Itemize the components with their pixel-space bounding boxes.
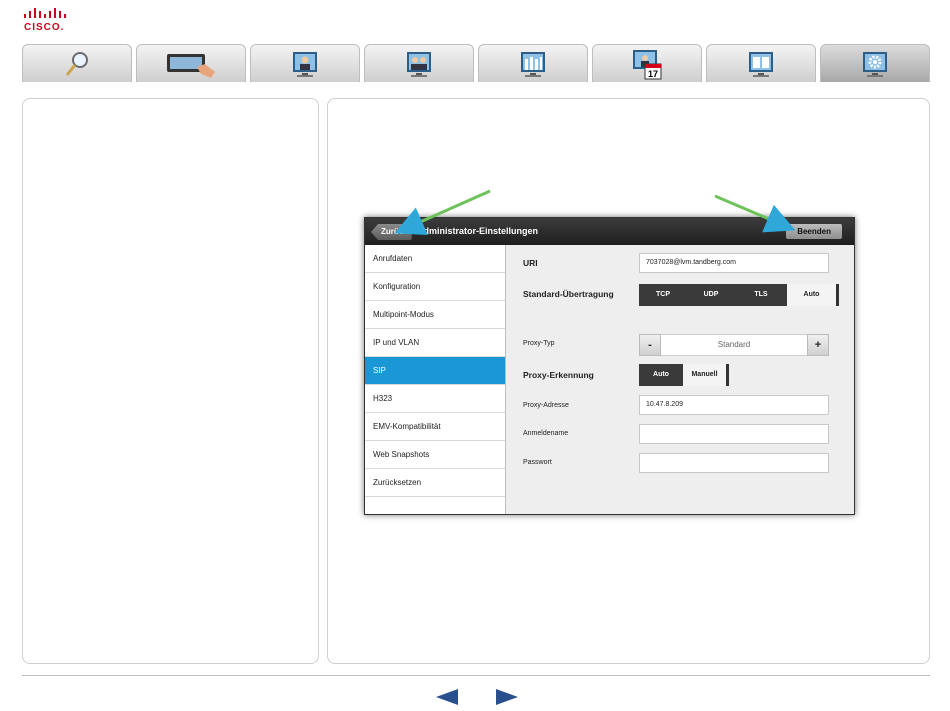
device-header: Zurück Administrator-Einstellungen Beend… xyxy=(365,218,854,245)
menu-item-konfiguration[interactable]: Konfiguration xyxy=(365,273,505,301)
menu-item-ip-vlan[interactable]: IP und VLAN xyxy=(365,329,505,357)
transport-selector: TCP UDP TLS Auto xyxy=(639,284,839,306)
person-monitor-icon xyxy=(293,51,317,77)
password-field[interactable] xyxy=(639,453,829,473)
touch-panel-icon xyxy=(167,53,215,78)
next-page-button[interactable] xyxy=(496,689,518,710)
transport-label: Standard-Übertragung xyxy=(523,289,614,299)
uri-label: URI xyxy=(523,258,538,268)
back-button[interactable]: Zurück xyxy=(371,224,412,240)
proxy-address-field[interactable]: 10.47.8.209 xyxy=(639,395,829,415)
previous-page-button[interactable] xyxy=(436,689,458,710)
proxy-type-stepper: - Standard + xyxy=(639,334,829,356)
discovery-label: Proxy-Erkennung xyxy=(523,370,594,380)
proxy-address-label: Proxy-Adresse xyxy=(523,402,569,409)
gear-monitor-icon xyxy=(863,51,887,77)
tab-person-monitor[interactable] xyxy=(250,44,360,82)
login-field[interactable] xyxy=(639,424,829,444)
menu-item-multipoint[interactable]: Multipoint-Modus xyxy=(365,301,505,329)
settings-menu: Anrufdaten Konfiguration Multipoint-Modu… xyxy=(365,245,506,514)
discovery-selector: Auto Manuell xyxy=(639,364,729,386)
tab-multi-person-monitor[interactable] xyxy=(364,44,474,82)
proxy-type-plus-button[interactable]: + xyxy=(807,334,829,356)
uri-field[interactable]: 7037028@lvm.tandberg.com xyxy=(639,253,829,273)
device-screenshot: Zurück Administrator-Einstellungen Beend… xyxy=(364,217,855,515)
transport-option-tls[interactable]: TLS xyxy=(735,284,787,306)
transport-option-udp[interactable]: UDP xyxy=(687,284,735,306)
book-monitor-icon xyxy=(749,51,773,77)
logo-text: CISCO. xyxy=(24,22,65,33)
menu-item-web-snapshots[interactable]: Web Snapshots xyxy=(365,441,505,469)
tab-settings[interactable] xyxy=(820,44,930,82)
menu-item-reset[interactable]: Zurücksetzen xyxy=(365,469,505,497)
transport-option-auto[interactable]: Auto xyxy=(787,284,839,306)
top-tab-bar: 17 xyxy=(22,44,934,82)
cisco-logo: CISCO. xyxy=(24,8,74,36)
calendar-day-text: 17 xyxy=(648,69,658,79)
tab-calendar-monitor[interactable]: 17 xyxy=(592,44,702,82)
login-label: Anmeldename xyxy=(523,430,569,437)
left-text-panel xyxy=(22,98,319,664)
sip-settings: URI 7037028@lvm.tandberg.com Standard-Üb… xyxy=(506,245,854,514)
proxy-type-value: Standard xyxy=(661,334,807,356)
tab-touch-panel[interactable] xyxy=(136,44,246,82)
end-button[interactable]: Beenden xyxy=(786,224,842,239)
cisco-bars-icon xyxy=(24,8,66,18)
proxy-type-label: Proxy-Typ xyxy=(523,340,555,347)
audience-monitor-icon xyxy=(521,51,545,77)
menu-item-h323[interactable]: H323 xyxy=(365,385,505,413)
device-title: Administrator-Einstellungen xyxy=(417,226,539,236)
password-label: Passwort xyxy=(523,459,552,466)
calendar-monitor-icon: 17 xyxy=(633,49,662,79)
search-magnifier-icon xyxy=(65,51,88,76)
menu-item-sip[interactable]: SIP xyxy=(365,357,505,385)
tab-audience-monitor[interactable] xyxy=(478,44,588,82)
discovery-option-auto[interactable]: Auto xyxy=(639,364,683,386)
transport-option-tcp[interactable]: TCP xyxy=(639,284,687,306)
proxy-type-minus-button[interactable]: - xyxy=(639,334,661,356)
menu-item-anrufdaten[interactable]: Anrufdaten xyxy=(365,245,505,273)
discovery-option-manual[interactable]: Manuell xyxy=(683,364,729,386)
tab-book-monitor[interactable] xyxy=(706,44,816,82)
previous-arrow-icon xyxy=(436,689,458,705)
footer-divider xyxy=(22,675,930,676)
tab-search[interactable] xyxy=(22,44,132,82)
menu-item-emv[interactable]: EMV-Kompatibilität xyxy=(365,413,505,441)
multi-person-monitor-icon xyxy=(407,51,431,77)
next-arrow-icon xyxy=(496,689,518,705)
